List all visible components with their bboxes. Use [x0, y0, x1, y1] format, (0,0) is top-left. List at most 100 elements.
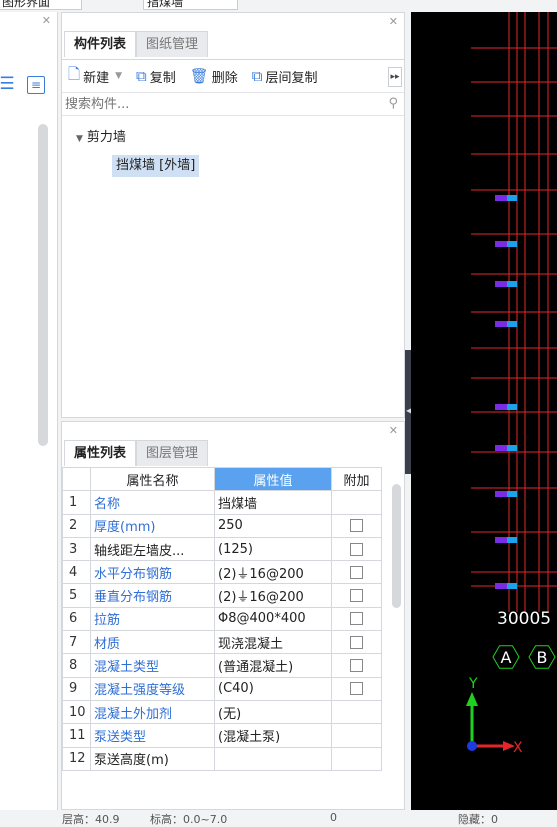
property-name: 混凝土类型: [90, 653, 215, 678]
component-toolbar: 🗋 新建 ▼ ⧉ 复制 🗑 删除 ⧉ 层间复制 ▸▸: [62, 59, 404, 93]
wall-marker: [507, 321, 517, 327]
wall-marker: [495, 583, 507, 589]
additional-checkbox[interactable]: [350, 565, 363, 579]
row-index: 4: [62, 560, 91, 585]
axis-y-label: Y: [468, 676, 478, 692]
axis-label: A: [501, 648, 512, 667]
wall-marker: [495, 241, 507, 247]
property-value[interactable]: (混凝土泵): [214, 723, 332, 748]
additional-checkbox[interactable]: [350, 589, 363, 603]
wall-marker: [495, 281, 507, 287]
additional-cell: [331, 560, 382, 585]
header-additional: 附加: [331, 466, 382, 492]
additional-checkbox[interactable]: [350, 682, 363, 696]
tab-component-list[interactable]: 构件列表: [64, 31, 137, 57]
table-row[interactable]: 12 泵送高度(m): [62, 746, 382, 771]
floor-copy-icon: ⧉: [251, 67, 263, 85]
cad-drawing[interactable]: 30005 A B Y X: [411, 12, 557, 810]
y-axis-arrowhead: [466, 692, 478, 706]
additional-checkbox[interactable]: [350, 635, 363, 649]
scrollbar[interactable]: [392, 484, 401, 608]
axis-x-label: X: [513, 740, 523, 756]
additional-checkbox[interactable]: [350, 612, 363, 626]
header-property-name: 属性名称: [90, 466, 215, 492]
new-file-icon: 🗋: [68, 64, 81, 83]
property-value[interactable]: (125): [214, 536, 332, 562]
table-row[interactable]: 1 名称 挡煤墙: [62, 490, 382, 515]
close-icon[interactable]: ✕: [389, 15, 398, 28]
table-row[interactable]: 4 水平分布钢筋 (2)⏚16@200: [62, 560, 382, 585]
component-list-panel: ✕ 构件列表 图纸管理 🗋 新建 ▼ ⧉ 复制 🗑 删除 ⧉ 层间复制 ▸▸ ⚲…: [61, 12, 405, 418]
additional-cell: [331, 653, 382, 678]
axis-label: B: [537, 648, 548, 667]
table-row[interactable]: 5 垂直分布钢筋 (2)⏚16@200: [62, 583, 382, 608]
property-value[interactable]: 250: [214, 513, 332, 538]
tab-property-list[interactable]: 属性列表: [64, 440, 137, 466]
copy-button-label: 复制: [149, 70, 176, 86]
table-row[interactable]: 10 混凝土外加剂 (无): [62, 699, 382, 725]
delete-button-label: 删除: [211, 70, 238, 86]
property-value[interactable]: (2)⏚16@200: [214, 583, 332, 608]
wall-marker: [507, 195, 517, 201]
property-value[interactable]: [214, 746, 332, 771]
property-value[interactable]: 现浇混凝土: [214, 630, 332, 655]
table-row[interactable]: 8 混凝土类型 (普通混凝土): [62, 653, 382, 678]
wall-marker: [495, 537, 507, 543]
close-icon[interactable]: ✕: [42, 14, 51, 27]
drawing-canvas[interactable]: 30005 A B Y X: [411, 12, 557, 810]
property-list-panel: ✕ 属性列表 图层管理 属性名称 属性值 附加 1 名称 挡煤墙 2 厚度(mm) 250…: [61, 421, 405, 810]
tree-group-shear-wall[interactable]: ▼ 剪力墙: [76, 126, 126, 145]
property-name: 泵送高度(m): [90, 746, 215, 771]
new-button[interactable]: 🗋 新建 ▼: [68, 64, 122, 89]
table-row[interactable]: 6 拉筋 Φ8@400*400: [62, 606, 382, 632]
additional-cell: [331, 513, 382, 538]
additional-checkbox[interactable]: [350, 519, 363, 533]
new-button-label: 新建: [83, 70, 110, 86]
floor-copy-button[interactable]: ⧉ 层间复制: [252, 67, 318, 86]
row-index: 8: [62, 653, 91, 678]
tab-layer-manage[interactable]: 图层管理: [136, 440, 209, 466]
status-bar: 层高：40.9 标高：0.0~7.0 0 隐藏：0: [0, 810, 557, 826]
additional-cell: [331, 630, 382, 655]
detail-view-icon[interactable]: ≡: [27, 76, 45, 94]
more-icon[interactable]: ▸▸: [388, 67, 402, 87]
table-row[interactable]: 11 泵送类型 (混凝土泵): [62, 723, 382, 748]
delete-button[interactable]: 🗑 删除: [190, 67, 238, 86]
additional-cell: [331, 536, 382, 562]
table-row[interactable]: 3 轴线距左墙皮... (125): [62, 536, 382, 562]
tree-item-retaining-wall[interactable]: 挡煤墙 [外墙]: [112, 155, 200, 177]
search-input[interactable]: [62, 94, 362, 114]
wall-marker: [495, 404, 507, 410]
close-icon[interactable]: ✕: [389, 424, 398, 437]
view-mode-box[interactable]: 图形界面: [0, 0, 82, 10]
additional-cell: [331, 676, 382, 701]
list-view-icon[interactable]: ☰: [0, 76, 16, 94]
property-value[interactable]: Φ8@400*400: [214, 606, 332, 632]
row-index: 2: [62, 513, 91, 538]
row-index: 11: [62, 723, 91, 748]
additional-checkbox[interactable]: [350, 659, 363, 673]
wall-marker: [495, 321, 507, 327]
additional-checkbox[interactable]: [350, 542, 363, 556]
tab-drawing-manage[interactable]: 图纸管理: [136, 31, 209, 57]
property-value[interactable]: (2)⏚16@200: [214, 560, 332, 585]
property-name: 拉筋: [90, 606, 215, 632]
property-value[interactable]: (无): [214, 699, 332, 725]
property-value[interactable]: 挡煤墙: [214, 490, 332, 515]
row-index: 12: [62, 746, 91, 771]
row-index: 3: [62, 536, 91, 562]
table-row[interactable]: 9 混凝土强度等级 (C40): [62, 676, 382, 701]
scrollbar[interactable]: [38, 124, 48, 446]
table-row[interactable]: 7 材质 现浇混凝土: [62, 630, 382, 655]
property-value[interactable]: (普通混凝土): [214, 653, 332, 678]
table-row[interactable]: 2 厚度(mm) 250: [62, 513, 382, 538]
property-value[interactable]: (C40): [214, 676, 332, 701]
additional-cell: [331, 606, 382, 632]
left-side-panel: ✕ ☰ ≡: [0, 12, 58, 810]
chevron-down-icon[interactable]: ▼: [115, 71, 122, 81]
triangle-down-icon[interactable]: ▼: [76, 134, 83, 144]
component-select-box[interactable]: 指煤墙: [143, 0, 238, 10]
search-icon[interactable]: ⚲: [388, 96, 398, 111]
copy-button[interactable]: ⧉ 复制: [136, 67, 176, 86]
row-index: 7: [62, 630, 91, 655]
